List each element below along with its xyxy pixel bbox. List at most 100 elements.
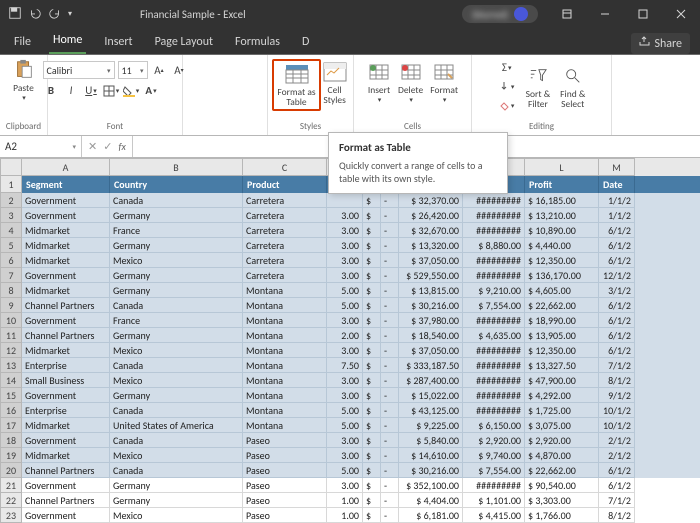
cell[interactable]: - [381,253,399,268]
cell[interactable]: $ 9,210.00 [463,283,525,298]
cell[interactable]: - [381,283,399,298]
cell[interactable]: 3.00 [327,313,363,328]
italic-button[interactable]: I [63,82,80,99]
row-header[interactable]: 7 [0,268,22,283]
cell[interactable]: Mexico [110,508,243,523]
cell[interactable]: $ 32,370.00 [399,193,463,208]
cell[interactable]: Germany [110,283,243,298]
cell[interactable]: $ [363,478,381,493]
row-header[interactable]: 10 [0,313,22,328]
hdr-profit[interactable]: Profit [525,176,599,193]
cell[interactable]: $ 15,022.00 [399,388,463,403]
row-header[interactable]: 20 [0,463,22,478]
cell[interactable]: 5.00 [327,418,363,433]
name-box[interactable]: A2▾ [0,136,82,157]
minimize-icon[interactable] [586,0,624,28]
cell[interactable]: $ [363,328,381,343]
cell[interactable]: Montana [243,313,327,328]
cell[interactable]: 3/1/2 [599,283,635,298]
cell[interactable]: $ [363,373,381,388]
cell[interactable]: ######### [463,373,525,388]
row-header[interactable]: 17 [0,418,22,433]
cell[interactable]: United States of America [110,418,243,433]
cell[interactable]: $ 14,610.00 [399,448,463,463]
format-button[interactable]: Format▾ [428,59,460,105]
cell[interactable]: $ 13,210.00 [525,208,599,223]
cell[interactable]: $ 13,905.00 [525,328,599,343]
cell[interactable]: Government [22,433,110,448]
cell[interactable]: 2.00 [327,328,363,343]
cell[interactable]: $ 12,350.00 [525,253,599,268]
cell[interactable]: Germany [110,328,243,343]
tab-formulas[interactable]: Formulas [231,31,284,54]
col-M[interactable]: M [599,158,635,176]
cell[interactable]: $ 1,725.00 [525,403,599,418]
cell[interactable]: Canada [110,193,243,208]
cell[interactable]: $ 4,870.00 [525,448,599,463]
cell[interactable]: $ 13,320.00 [399,238,463,253]
col-C[interactable]: C [243,158,327,176]
cell[interactable]: 2/1/2 [599,433,635,448]
cell[interactable]: - [381,388,399,403]
cell[interactable]: Government [22,268,110,283]
cell[interactable]: 12/1/2 [599,268,635,283]
row-header[interactable]: 3 [0,208,22,223]
paste-button[interactable]: Paste ▾ [10,57,38,103]
cell[interactable]: - [381,223,399,238]
cell[interactable]: $ 1,101.00 [463,493,525,508]
cell[interactable]: - [381,373,399,388]
cell[interactable]: - [381,418,399,433]
cell[interactable]: 10/1/2 [599,418,635,433]
cell[interactable]: $ 22,662.00 [525,463,599,478]
cell[interactable]: $ [363,208,381,223]
cell[interactable]: $ 529,550.00 [399,268,463,283]
cell[interactable]: France [110,313,243,328]
cell[interactable]: Channel Partners [22,298,110,313]
cell[interactable]: $ 3,075.00 [525,418,599,433]
cell[interactable]: $ [363,508,381,523]
underline-button[interactable]: U▾ [83,82,100,99]
cell[interactable]: Paseo [243,463,327,478]
font-color-button[interactable]: A▾ [143,82,160,99]
row-header[interactable]: 18 [0,433,22,448]
increase-font-icon[interactable]: A▴ [151,62,168,79]
cell[interactable]: Government [22,388,110,403]
cell[interactable]: Germany [110,388,243,403]
cell[interactable]: 5.00 [327,298,363,313]
cell[interactable]: Paseo [243,448,327,463]
cell[interactable]: - [381,463,399,478]
cell[interactable]: $ [363,343,381,358]
cell[interactable]: Midmarket [22,223,110,238]
row-header-1[interactable]: 1 [0,176,22,193]
cell[interactable]: $ 9,740.00 [463,448,525,463]
cell[interactable]: 6/1/2 [599,238,635,253]
customize-qat-icon[interactable]: ▾ [68,9,72,19]
row-header[interactable]: 23 [0,508,22,523]
cell[interactable]: Government [22,313,110,328]
fill-color-button[interactable]: ▾ [123,82,140,99]
tab-file[interactable]: File [10,31,35,54]
cell[interactable]: 10/1/2 [599,403,635,418]
cell[interactable]: $ [363,298,381,313]
cell[interactable]: $ 37,050.00 [399,253,463,268]
cell[interactable]: France [110,223,243,238]
cell[interactable]: Mexico [110,448,243,463]
cell[interactable]: - [381,268,399,283]
cell[interactable]: - [381,193,399,208]
cell[interactable]: $ 30,216.00 [399,463,463,478]
cell[interactable]: - [381,343,399,358]
cell[interactable]: Paseo [243,433,327,448]
cell[interactable]: Germany [110,478,243,493]
cell[interactable]: ######### [463,268,525,283]
cell[interactable]: 7.50 [327,358,363,373]
cell[interactable]: Carretera [243,193,327,208]
cell[interactable]: $ 1,766.00 [525,508,599,523]
find-select-button[interactable]: Find & Select [558,63,587,111]
cell[interactable]: Canada [110,358,243,373]
save-icon[interactable] [8,6,22,23]
cell[interactable]: - [381,508,399,523]
cell[interactable]: $ 30,216.00 [399,298,463,313]
cell[interactable]: 6/1/2 [599,298,635,313]
cell[interactable]: Canada [110,433,243,448]
cell[interactable]: 3.00 [327,223,363,238]
